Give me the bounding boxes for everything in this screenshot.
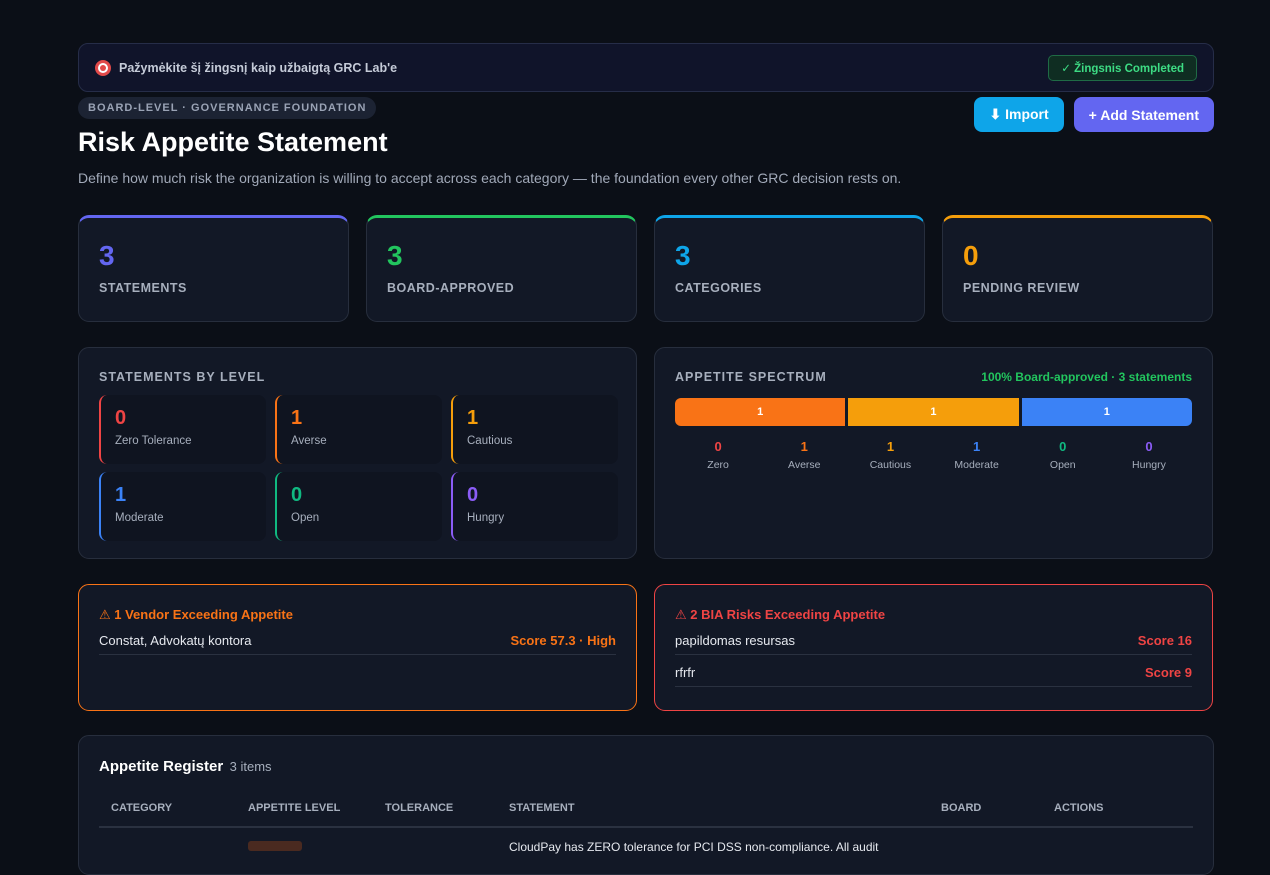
appetite-level-badge bbox=[248, 841, 302, 851]
step-completed-badge[interactable]: ✓ Žingsnis Completed bbox=[1048, 54, 1197, 81]
column-header-appetite-level[interactable]: APPETITE LEVEL bbox=[248, 802, 385, 814]
appetite-register: Appetite Register 3 items CATEGORY APPET… bbox=[78, 735, 1214, 875]
level-card-averse: 1 Averse bbox=[275, 395, 442, 464]
add-statement-button[interactable]: + Add Statement bbox=[1073, 97, 1214, 132]
approval-note: 100% Board-approved · 3 statements bbox=[981, 370, 1192, 384]
alert-title: ⚠ 1 Vendor Exceeding Appetite bbox=[99, 607, 293, 622]
level-value: 1 bbox=[115, 484, 127, 506]
spectrum-bar: 1 1 1 bbox=[675, 398, 1192, 426]
stat-value: 0 bbox=[963, 240, 979, 271]
stat-value: 3 bbox=[675, 240, 691, 271]
table-header: CATEGORY APPETITE LEVEL TOLERANCE STATEM… bbox=[99, 802, 1193, 828]
stat-value: 3 bbox=[99, 240, 115, 271]
panel-title: APPETITE SPECTRUM bbox=[675, 370, 827, 384]
level-value: 0 bbox=[467, 484, 479, 506]
level-card-hungry: 0 Hungry bbox=[451, 472, 618, 541]
alert-row[interactable]: rfrfr Score 9 bbox=[675, 655, 1192, 687]
level-label: Open bbox=[291, 512, 320, 524]
risk-name: rfrfr bbox=[675, 665, 696, 680]
level-card-cautious: 1 Cautious bbox=[451, 395, 618, 464]
spectrum-legend: 0 Zero 1 Averse 1 Cautious 1 Moderate 0 bbox=[675, 439, 1192, 471]
page-header: BOARD-LEVEL · GOVERNANCE FOUNDATION Risk… bbox=[78, 97, 1214, 207]
column-header-category[interactable]: CATEGORY bbox=[111, 802, 248, 814]
register-title: Appetite Register bbox=[99, 758, 224, 775]
alert-row[interactable]: Constat, Advokatų kontora Score 57.3 · H… bbox=[99, 623, 616, 655]
legend-value: 0 bbox=[1145, 439, 1153, 454]
legend-value: 0 bbox=[1059, 439, 1067, 454]
spectrum-segment-moderate: 1 bbox=[1021, 398, 1192, 426]
risk-score: Score 16 bbox=[1137, 633, 1192, 648]
level-label: Moderate bbox=[115, 512, 164, 524]
level-value: 0 bbox=[115, 407, 127, 429]
statements-by-level-panel: STATEMENTS BY LEVEL 0 Zero Tolerance 1 A… bbox=[78, 347, 637, 559]
page: Pažymėkite šį žingsnį kaip užbaigtą GRC … bbox=[78, 43, 1214, 875]
vendor-score: Score 57.3 · High bbox=[510, 633, 616, 648]
stat-label: PENDING REVIEW bbox=[963, 281, 1080, 295]
import-button[interactable]: ⬇ Import bbox=[974, 97, 1064, 132]
vendor-exceeding-panel: ⚠ 1 Vendor Exceeding Appetite Constat, A… bbox=[78, 584, 637, 711]
legend-label: Open bbox=[1049, 459, 1076, 471]
bia-risks-exceeding-panel: ⚠ 2 BIA Risks Exceeding Appetite papildo… bbox=[654, 584, 1213, 711]
level-value: 1 bbox=[291, 407, 303, 429]
eyebrow-tag: BOARD-LEVEL · GOVERNANCE FOUNDATION bbox=[78, 97, 377, 119]
legend-item-moderate: 1 Moderate bbox=[934, 439, 1020, 471]
column-header-statement[interactable]: STATEMENT bbox=[509, 802, 941, 814]
stat-label: CATEGORIES bbox=[675, 281, 762, 295]
level-label: Cautious bbox=[467, 435, 513, 447]
column-header-board[interactable]: BOARD bbox=[941, 802, 1054, 814]
legend-label: Moderate bbox=[954, 459, 999, 471]
spectrum-segment-averse: 1 bbox=[675, 398, 846, 426]
legend-value: 0 bbox=[714, 439, 722, 454]
legend-label: Averse bbox=[788, 459, 821, 471]
legend-item-zero: 0 Zero bbox=[675, 439, 761, 471]
legend-item-hungry: 0 Hungry bbox=[1106, 439, 1192, 471]
vendor-name: Constat, Advokatų kontora bbox=[99, 633, 252, 648]
spectrum-segment-cautious: 1 bbox=[848, 398, 1019, 426]
level-label: Hungry bbox=[467, 512, 505, 524]
stat-value: 3 bbox=[387, 240, 403, 271]
alert-title: ⚠ 2 BIA Risks Exceeding Appetite bbox=[675, 607, 886, 622]
risk-score: Score 9 bbox=[1145, 665, 1192, 680]
level-card-open: 0 Open bbox=[275, 472, 442, 541]
table-row[interactable]: CloudPay has ZERO tolerance for PCI DSS … bbox=[99, 828, 1193, 866]
legend-value: 1 bbox=[886, 439, 895, 454]
column-header-tolerance[interactable]: TOLERANCE bbox=[385, 802, 509, 814]
statement-text: CloudPay has ZERO tolerance for PCI DSS … bbox=[509, 840, 879, 854]
banner-text: Pažymėkite šį žingsnį kaip užbaigtą GRC … bbox=[119, 60, 398, 75]
stat-card-board-approved: 3 BOARD-APPROVED bbox=[366, 215, 637, 322]
stat-card-pending-review: 0 PENDING REVIEW bbox=[942, 215, 1213, 322]
legend-item-averse: 1 Averse bbox=[761, 439, 847, 471]
legend-label: Hungry bbox=[1132, 459, 1166, 471]
target-icon bbox=[95, 59, 111, 76]
legend-value: 1 bbox=[800, 439, 808, 454]
legend-item-open: 0 Open bbox=[1020, 439, 1106, 471]
level-card-zero-tolerance: 0 Zero Tolerance bbox=[99, 395, 266, 464]
column-header-actions: ACTIONS bbox=[1054, 802, 1104, 814]
level-card-moderate: 1 Moderate bbox=[99, 472, 266, 541]
stat-card-categories: 3 CATEGORIES bbox=[654, 215, 925, 322]
risk-name: papildomas resursas bbox=[675, 633, 795, 648]
stat-label: BOARD-APPROVED bbox=[387, 281, 515, 295]
legend-value: 1 bbox=[972, 439, 981, 454]
stat-cards: 3 STATEMENTS 3 BOARD-APPROVED 3 CATEGORI… bbox=[78, 215, 1214, 322]
page-subtitle: Define how much risk the organization is… bbox=[78, 170, 902, 186]
appetite-spectrum-panel: APPETITE SPECTRUM 100% Board-approved · … bbox=[654, 347, 1213, 559]
level-label: Averse bbox=[291, 435, 327, 447]
step-banner: Pažymėkite šį žingsnį kaip užbaigtą GRC … bbox=[78, 43, 1214, 92]
legend-label: Zero bbox=[707, 459, 729, 471]
level-value: 1 bbox=[467, 407, 479, 429]
level-value: 0 bbox=[291, 484, 303, 506]
register-count: 3 items bbox=[229, 759, 272, 774]
alert-row[interactable]: papildomas resursas Score 16 bbox=[675, 623, 1192, 655]
legend-label: Cautious bbox=[869, 459, 912, 471]
panel-title: STATEMENTS BY LEVEL bbox=[99, 370, 266, 384]
legend-item-cautious: 1 Cautious bbox=[847, 439, 933, 471]
stat-label: STATEMENTS bbox=[99, 281, 187, 295]
level-label: Zero Tolerance bbox=[115, 435, 192, 447]
stat-card-statements: 3 STATEMENTS bbox=[78, 215, 349, 322]
